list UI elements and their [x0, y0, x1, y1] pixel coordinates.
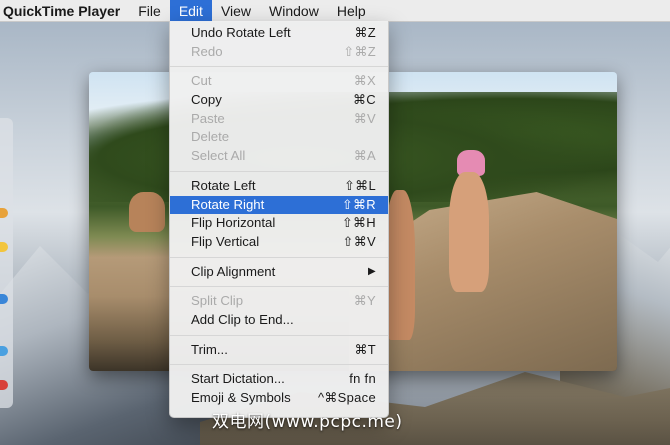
menu-item-flip-horizontal[interactable]: Flip Horizontal ⇧⌘H	[170, 214, 388, 233]
menu-item-shortcut: ⌘C	[353, 92, 376, 108]
menu-item-copy[interactable]: Copy ⌘C	[170, 91, 388, 110]
menu-item-emoji-symbols[interactable]: Emoji & Symbols ^⌘Space	[170, 389, 388, 408]
menu-item-shortcut: ⇧⌘V	[342, 233, 376, 249]
menu-bar: QuickTime Player File Edit View Window H…	[0, 0, 670, 22]
menu-item-label: Split Clip	[191, 293, 244, 309]
menu-item-rotate-left[interactable]: Rotate Left ⇧⌘L	[170, 177, 388, 196]
menu-item-shortcut: ⌘V	[353, 110, 376, 126]
menu-file[interactable]: File	[129, 0, 170, 22]
menu-item-cut[interactable]: Cut ⌘X	[170, 72, 388, 91]
menu-window[interactable]: Window	[260, 0, 328, 22]
menu-item-label: Copy	[191, 92, 222, 108]
menu-item-shortcut: ⌘T	[354, 341, 376, 357]
dock-app-icon[interactable]	[0, 346, 8, 356]
menu-item-shortcut: fn fn	[349, 371, 376, 387]
menu-item-label: Flip Horizontal	[191, 215, 276, 231]
menu-item-shortcut: ⌘A	[353, 148, 376, 164]
app-name-menu[interactable]: QuickTime Player	[0, 0, 129, 22]
menu-item-clip-alignment[interactable]: Clip Alignment ▶	[170, 263, 388, 282]
menu-separator	[170, 66, 388, 68]
watermark: 双电网(www.pcpc.me)	[212, 412, 403, 432]
menu-edit[interactable]: Edit	[169, 0, 212, 22]
menu-item-add-clip-to-end[interactable]: Add Clip to End...	[170, 311, 388, 330]
menu-separator	[170, 256, 388, 258]
dock-app-icon[interactable]	[0, 380, 8, 390]
menu-view[interactable]: View	[212, 0, 260, 22]
menu-item-shortcut: ⇧⌘R	[341, 196, 376, 212]
menu-item-shortcut: ^⌘Space	[317, 390, 376, 405]
menu-separator	[170, 334, 388, 336]
menu-item-label: Add Clip to End...	[191, 311, 294, 327]
menu-item-split-clip[interactable]: Split Clip ⌘Y	[170, 292, 388, 311]
edit-menu-dropdown: Undo Rotate Left ⌘Z Redo ⇧⌘Z Cut ⌘X Copy ⌘C Past…	[169, 21, 389, 418]
menu-item-delete[interactable]: Delete	[170, 128, 388, 147]
menu-separator	[170, 364, 388, 366]
menu-item-label: Select All	[191, 148, 246, 164]
menu-item-label: Delete	[191, 129, 230, 145]
dock[interactable]	[0, 118, 13, 408]
menu-item-select-all[interactable]: Select All ⌘A	[170, 147, 388, 166]
dock-app-icon[interactable]	[0, 294, 8, 304]
menu-item-undo-rotate-left[interactable]: Undo Rotate Left ⌘Z	[170, 24, 388, 43]
menu-item-label: Undo Rotate Left	[191, 25, 291, 40]
menu-separator	[170, 286, 388, 288]
menu-item-label: Paste	[191, 110, 225, 126]
menu-item-label: Trim...	[191, 341, 228, 357]
menu-help[interactable]: Help	[328, 0, 375, 22]
menu-item-shortcut: ⇧⌘L	[343, 177, 376, 193]
menu-item-label: Redo	[191, 43, 223, 59]
submenu-arrow-icon: ▶	[368, 265, 376, 277]
dock-app-icon[interactable]	[0, 242, 8, 252]
video-person	[385, 190, 415, 340]
video-dog	[129, 192, 165, 232]
menu-item-label: Clip Alignment	[191, 263, 276, 279]
menu-item-shortcut: ⌘Z	[354, 25, 376, 40]
menu-item-trim[interactable]: Trim... ⌘T	[170, 341, 388, 360]
menu-item-label: Start Dictation...	[191, 371, 285, 387]
video-person	[449, 172, 489, 292]
menu-item-rotate-right[interactable]: Rotate Right ⇧⌘R	[170, 195, 388, 215]
menu-item-redo[interactable]: Redo ⇧⌘Z	[170, 43, 388, 62]
menu-item-label: Rotate Right	[191, 196, 265, 212]
menu-item-shortcut: ⌘Y	[353, 293, 376, 309]
dock-app-icon[interactable]	[0, 208, 8, 218]
menu-item-flip-vertical[interactable]: Flip Vertical ⇧⌘V	[170, 233, 388, 252]
menu-item-label: Flip Vertical	[191, 233, 260, 249]
menu-item-label: Emoji & Symbols	[191, 390, 291, 405]
menu-item-shortcut: ⇧⌘Z	[343, 43, 376, 59]
menu-item-shortcut: ⇧⌘H	[341, 215, 376, 231]
menu-item-label: Rotate Left	[191, 177, 256, 193]
menu-item-start-dictation[interactable]: Start Dictation... fn fn	[170, 370, 388, 389]
menu-separator	[170, 170, 388, 172]
menu-item-label: Cut	[191, 73, 212, 89]
menu-item-shortcut: ⌘X	[353, 73, 376, 89]
menu-item-paste[interactable]: Paste ⌘V	[170, 110, 388, 129]
